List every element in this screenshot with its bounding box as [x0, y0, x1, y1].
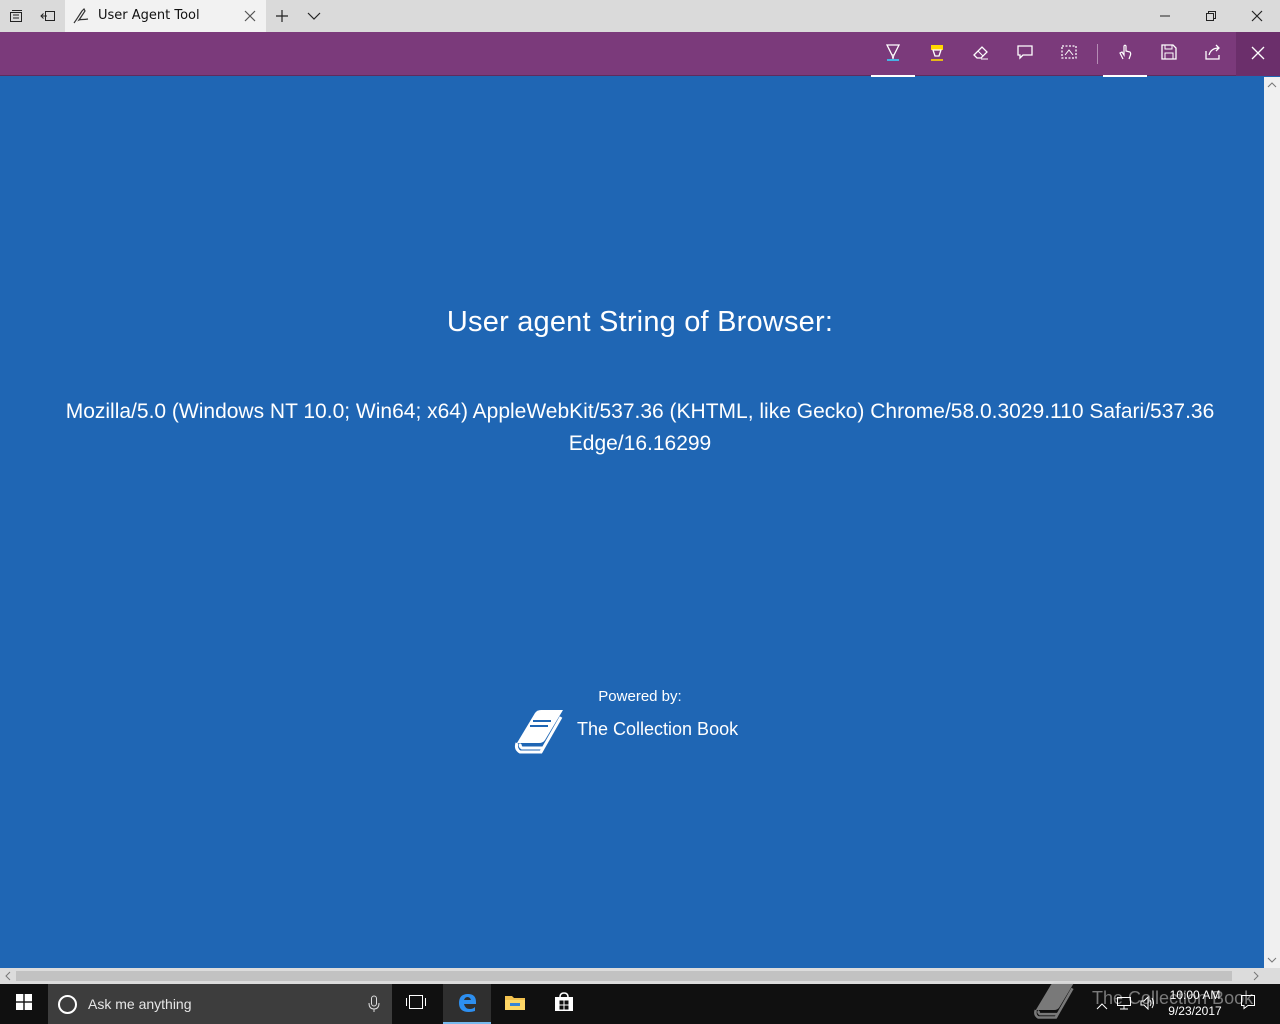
- highlighter-button[interactable]: [915, 32, 959, 76]
- brand-link[interactable]: The Collection Book: [513, 707, 773, 757]
- minimize-button[interactable]: [1142, 0, 1188, 32]
- clip-button[interactable]: [1047, 32, 1091, 76]
- touch-writing-button[interactable]: [1103, 32, 1147, 77]
- restore-tabs-icon[interactable]: [32, 0, 64, 32]
- scroll-right-arrow-icon[interactable]: [1248, 968, 1264, 984]
- scroll-left-arrow-icon[interactable]: [0, 968, 16, 984]
- page-heading: User agent String of Browser:: [446, 306, 834, 338]
- taskbar-app-file-explorer[interactable]: [491, 984, 539, 1024]
- clock-time: 10:00 AM: [1169, 988, 1221, 1002]
- taskbar-app-store[interactable]: [540, 984, 588, 1024]
- new-tab-icon[interactable]: [266, 0, 298, 32]
- tab-title: User Agent Tool: [98, 8, 200, 23]
- exit-icon: [1251, 45, 1265, 64]
- touch-writing-icon: [1116, 43, 1134, 65]
- tabs-aside-icon[interactable]: [0, 0, 32, 32]
- scrollbar-corner: [1264, 968, 1280, 984]
- scroll-down-arrow-icon[interactable]: [1264, 952, 1280, 968]
- save-button[interactable]: [1147, 32, 1191, 76]
- clock-date: 9/23/2017: [1168, 1004, 1222, 1018]
- tab-preview-chevron-icon[interactable]: [298, 0, 330, 32]
- close-tab-icon[interactable]: [242, 8, 258, 24]
- network-button[interactable]: [1114, 984, 1134, 1024]
- speaker-icon: [1140, 995, 1156, 1014]
- cortana-search-box[interactable]: Ask me anything: [48, 984, 392, 1024]
- taskbar-app-edge[interactable]: [443, 984, 491, 1024]
- chevron-up-icon: [1096, 995, 1108, 1014]
- exit-inking-button[interactable]: [1236, 32, 1280, 76]
- edge-icon: [456, 991, 478, 1017]
- ballpoint-pen-icon: [884, 43, 902, 65]
- powered-by-label: Powered by:: [598, 688, 682, 705]
- system-clock[interactable]: 10:00 AM 9/23/2017: [1160, 987, 1230, 1019]
- store-icon: [553, 992, 575, 1016]
- share-button[interactable]: [1191, 32, 1235, 76]
- share-icon: [1204, 43, 1222, 65]
- taskbar: Ask me anything The Collection Book 10:0…: [0, 982, 1280, 1024]
- eraser-icon: [972, 43, 990, 65]
- folder-icon: [504, 993, 526, 1015]
- eraser-button[interactable]: [959, 32, 1003, 76]
- title-bar: User Agent Tool: [0, 0, 1280, 32]
- notification-icon: [1240, 994, 1256, 1014]
- inking-toolbar: [0, 32, 1280, 77]
- close-window-button[interactable]: [1234, 0, 1280, 32]
- windows-logo-icon: [16, 994, 32, 1014]
- user-agent-line-1: Mozilla/5.0 (Windows NT 10.0; Win64; x64…: [65, 400, 1215, 423]
- microphone-icon[interactable]: [368, 995, 380, 1013]
- toolbar-divider: [1097, 44, 1098, 64]
- add-note-button[interactable]: [1003, 32, 1047, 76]
- tab-user-agent-tool[interactable]: User Agent Tool: [65, 0, 266, 32]
- vertical-scrollbar[interactable]: [1264, 77, 1280, 968]
- user-agent-line-2: Edge/16.16299: [568, 432, 712, 455]
- scroll-up-arrow-icon[interactable]: [1264, 77, 1280, 93]
- clip-icon: [1060, 43, 1078, 65]
- task-view-icon: [405, 994, 427, 1014]
- brand-name: The Collection Book: [577, 719, 739, 739]
- page-content: User agent String of Browser: Mozilla/5.…: [0, 77, 1264, 968]
- task-view-button[interactable]: [392, 984, 440, 1024]
- show-hidden-icons-button[interactable]: [1094, 984, 1110, 1024]
- volume-button[interactable]: [1138, 984, 1158, 1024]
- inking-page-icon: [73, 7, 89, 24]
- restore-window-button[interactable]: [1188, 0, 1234, 32]
- add-note-icon: [1016, 43, 1034, 65]
- search-placeholder: Ask me anything: [88, 996, 192, 1012]
- start-button[interactable]: [0, 984, 48, 1024]
- highlighter-icon: [928, 43, 946, 65]
- ballpoint-pen-button[interactable]: [871, 32, 915, 77]
- book-logo-icon: [513, 707, 567, 755]
- network-icon: [1116, 995, 1132, 1014]
- action-center-button[interactable]: [1236, 984, 1260, 1024]
- cortana-icon: [58, 995, 77, 1014]
- user-agent-string: Mozilla/5.0 (Windows NT 10.0; Win64; x64…: [20, 396, 1260, 460]
- save-icon: [1160, 43, 1178, 65]
